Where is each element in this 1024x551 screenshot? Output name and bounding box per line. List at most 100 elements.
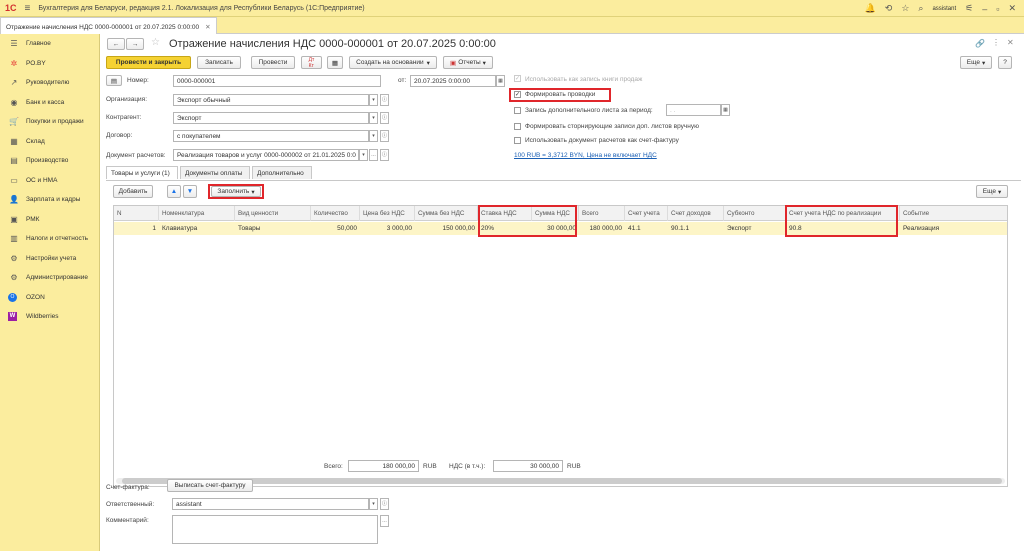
minimize-icon[interactable]: – (982, 4, 987, 14)
responsible-dropdown-icon[interactable]: ▾ (369, 498, 378, 510)
use-as-sales-book-checkbox[interactable]: ✓ (514, 75, 521, 82)
price-cell[interactable]: 3 000,00 (360, 222, 415, 235)
move-up-icon[interactable]: ▲ (167, 185, 181, 198)
settlement-select-icon[interactable]: … (369, 149, 378, 161)
back-button[interactable]: ← (107, 38, 125, 50)
more-vertical-icon[interactable]: ⋮ (992, 38, 1000, 47)
tab-goods-services[interactable]: Товары и услуги (1) (106, 166, 178, 179)
sidebar-item-ozon[interactable]: O OZON (0, 288, 99, 308)
form-entries-checkbox[interactable]: ✓ (514, 91, 521, 98)
column-header[interactable]: Всего (579, 206, 625, 221)
sidebar-item-salary[interactable]: 👤 Зарплата и кадры (0, 190, 99, 210)
column-header[interactable]: Количество (311, 206, 360, 221)
sidebar-item-taxes[interactable]: ▥ Налоги и отчетность (0, 229, 99, 249)
contract-open-icon[interactable]: ⓘ (380, 130, 389, 142)
reports-button[interactable]: ▣ Отчеты ▾ (443, 56, 493, 69)
notifications-icon[interactable]: 🔔 (865, 3, 876, 14)
column-header[interactable]: Счет учета (625, 206, 668, 221)
total-cell[interactable]: 180 000,00 (579, 222, 625, 235)
favorite-star-icon[interactable]: ☆ (151, 37, 160, 48)
tab-payment-documents[interactable]: Документы оплаты (180, 166, 250, 179)
settlement-open-icon[interactable]: ⓘ (380, 149, 389, 161)
column-header[interactable]: Счет доходов (668, 206, 724, 221)
sidebar-item-manager[interactable]: ↗ Руководителю (0, 73, 99, 93)
entries-report-icon[interactable]: Дт Кт (301, 56, 322, 69)
counterparty-open-icon[interactable]: ⓘ (380, 112, 389, 124)
organization-dropdown-icon[interactable]: ▾ (369, 94, 378, 106)
quantity-cell[interactable]: 50,000 (311, 222, 360, 235)
structure-icon[interactable]: ▦ (327, 56, 343, 69)
sidebar-item-warehouse[interactable]: ▦ Склад (0, 132, 99, 152)
subconto-cell[interactable]: Экспорт (724, 222, 786, 235)
post-and-close-button[interactable]: Провести и закрыть (106, 56, 191, 69)
settlement-doc-field[interactable]: Реализация товаров и услуг 0000-000002 о… (173, 149, 359, 161)
column-header[interactable]: Номенклатура (159, 206, 235, 221)
organization-field[interactable]: Экспорт обычный (173, 94, 369, 106)
use-invoice-checkbox[interactable] (514, 137, 521, 144)
move-down-icon[interactable]: ▼ (183, 185, 197, 198)
responsible-field[interactable]: assistant (172, 498, 369, 510)
number-field[interactable]: 0000-000001 (173, 75, 381, 87)
add-row-button[interactable]: Добавить (113, 185, 153, 198)
date-field[interactable]: 20.07.2025 0:00:00 (410, 75, 496, 87)
sidebar-item-production[interactable]: ▤ Производство (0, 151, 99, 171)
contract-field[interactable]: с покупателем (173, 130, 369, 142)
column-header[interactable]: Сумма без НДС (415, 206, 478, 221)
fill-button[interactable]: Заполнить ▾ (211, 186, 261, 197)
settings-icon[interactable]: ⚟ (965, 3, 973, 14)
save-button[interactable]: Записать (197, 56, 241, 69)
link-icon[interactable]: 🔗 (975, 39, 985, 48)
close-form-icon[interactable]: ✕ (1007, 38, 1014, 47)
extra-sheet-checkbox[interactable] (514, 107, 521, 114)
table-more-button[interactable]: Еще ▾ (976, 185, 1008, 198)
contract-dropdown-icon[interactable]: ▾ (369, 130, 378, 142)
column-header[interactable]: Субконто (724, 206, 786, 221)
close-icon[interactable]: ✕ (1008, 3, 1016, 14)
post-button[interactable]: Провести (251, 56, 295, 69)
sidebar-item-accounting-settings[interactable]: ⚙ Настройки учета (0, 249, 99, 269)
organization-open-icon[interactable]: ⓘ (380, 94, 389, 106)
value-type-cell[interactable]: Товары (235, 222, 311, 235)
sidebar-item-administration[interactable]: ⚙ Администрирование (0, 268, 99, 288)
calendar-icon[interactable]: ▦ (496, 75, 505, 87)
column-header[interactable]: Событие (900, 206, 1007, 221)
forward-button[interactable]: → (126, 38, 144, 50)
sidebar-item-fixed-assets[interactable]: ▭ ОС и НМА (0, 171, 99, 191)
history-icon[interactable]: ⟲ (885, 3, 893, 14)
help-button[interactable]: ? (998, 56, 1012, 69)
amount-cell[interactable]: 150 000,00 (415, 222, 478, 235)
sidebar-item-ro-by[interactable]: ✲ РО.BY (0, 54, 99, 74)
settlement-dropdown-icon[interactable]: ▾ (359, 149, 368, 161)
close-tab-icon[interactable]: ✕ (205, 24, 210, 31)
counterparty-field[interactable]: Экспорт (173, 112, 369, 124)
comment-field[interactable] (172, 515, 378, 544)
sidebar-item-main[interactable]: ☰ Главное (0, 34, 99, 54)
sidebar-item-purchases-sales[interactable]: 🛒 Покупки и продажи (0, 112, 99, 132)
open-document-tab[interactable]: Отражение начисления НДС 0000-000001 от … (0, 17, 217, 34)
comment-expand-icon[interactable]: … (380, 515, 389, 527)
column-header[interactable]: Вид ценности (235, 206, 311, 221)
create-based-on-button[interactable]: Создать на основании ▾ (349, 56, 437, 69)
menu-icon[interactable]: ≡ (25, 3, 31, 14)
column-header[interactable]: Цена без НДС (360, 206, 415, 221)
tab-additional[interactable]: Дополнительно (252, 166, 312, 179)
number-edit-icon[interactable]: ▤ (106, 75, 122, 86)
search-icon[interactable]: ⌕ (918, 3, 923, 14)
extra-sheet-calendar-icon[interactable]: ▦ (721, 104, 730, 116)
storno-checkbox[interactable] (514, 123, 521, 130)
issue-invoice-button[interactable]: Выписать счет-фактуру (167, 479, 253, 492)
sidebar-item-rmk[interactable]: ▣ РМК (0, 210, 99, 230)
favorites-icon[interactable]: ☆ (901, 3, 909, 14)
income-account-cell[interactable]: 90.1.1 (668, 222, 724, 235)
exchange-rate-link[interactable]: 100 RUB = 3,3712 BYN, Цена не включает Н… (514, 152, 657, 159)
sidebar-item-bank[interactable]: ◉ Банк и касса (0, 93, 99, 113)
nomenclature-cell[interactable]: Клавиатура (159, 222, 235, 235)
counterparty-dropdown-icon[interactable]: ▾ (369, 112, 378, 124)
extra-sheet-date-field[interactable]: . . (666, 104, 721, 116)
maximize-icon[interactable]: ▫ (996, 4, 999, 14)
sidebar-item-wildberries[interactable]: W Wildberries (0, 307, 99, 327)
event-cell[interactable]: Реализация (900, 222, 1007, 235)
account-cell[interactable]: 41.1 (625, 222, 668, 235)
more-button[interactable]: Еще ▾ (960, 56, 992, 69)
column-header[interactable]: N (114, 206, 159, 221)
